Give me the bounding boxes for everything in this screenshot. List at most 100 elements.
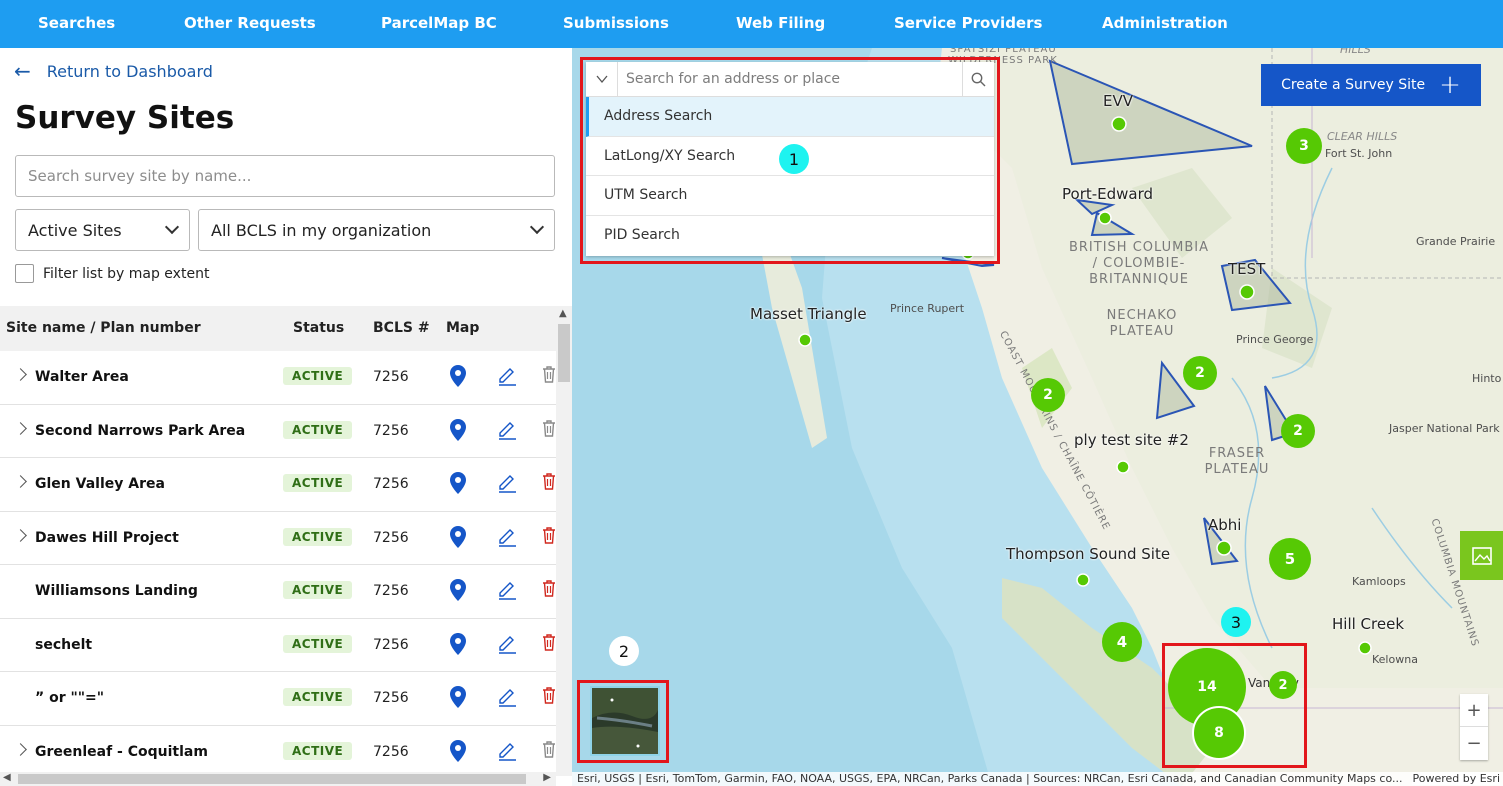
locate-on-map-button[interactable]: [449, 685, 467, 713]
trash-icon: [543, 633, 555, 651]
map-extent-checkbox[interactable]: [15, 264, 34, 283]
edit-site-button[interactable]: [496, 472, 518, 498]
site-label-hill-creek[interactable]: Hill Creek: [1332, 615, 1404, 633]
scroll-right-icon[interactable]: ▶: [543, 772, 551, 783]
cluster-marker[interactable]: 2: [1183, 356, 1217, 390]
locate-on-map-button[interactable]: [449, 471, 467, 499]
status-badge: ACTIVE: [283, 474, 353, 492]
cluster-marker[interactable]: 4: [1102, 622, 1142, 662]
table-row[interactable]: Dawes Hill Project ACTIVE 7256: [0, 512, 556, 565]
edit-site-button[interactable]: [496, 740, 518, 766]
expand-row-chevron-icon[interactable]: [14, 528, 27, 542]
scrollbar-thumb[interactable]: [18, 774, 526, 784]
place-label-kamloops: Kamloops: [1352, 575, 1406, 588]
edit-site-button[interactable]: [496, 686, 518, 712]
nav-other-requests[interactable]: Other Requests: [184, 14, 316, 32]
scrollbar-thumb[interactable]: [558, 324, 570, 382]
site-label-abhi[interactable]: Abhi: [1208, 516, 1241, 534]
table-row[interactable]: Walter Area ACTIVE 7256: [0, 351, 556, 405]
nav-administration[interactable]: Administration: [1102, 14, 1228, 32]
zoom-in-button[interactable]: +: [1460, 694, 1488, 727]
locate-on-map-button[interactable]: [449, 525, 467, 553]
locate-on-map-button[interactable]: [449, 578, 467, 606]
trash-icon: [543, 526, 555, 544]
delete-site-button[interactable]: [542, 472, 556, 494]
column-header-status[interactable]: Status: [293, 320, 344, 336]
delete-site-button[interactable]: [542, 579, 556, 601]
locate-on-map-button[interactable]: [449, 632, 467, 660]
bcls-number: 7256: [373, 422, 409, 439]
nav-parcelmap-bc[interactable]: ParcelMap BC: [381, 14, 497, 32]
scroll-up-icon[interactable]: ▲: [559, 308, 567, 319]
table-row[interactable]: ” or ""=" ACTIVE 7256: [0, 672, 556, 726]
status-filter-value: Active Sites: [28, 220, 122, 240]
site-label-test[interactable]: TEST: [1228, 260, 1265, 278]
delete-site-button[interactable]: [542, 419, 556, 441]
edit-site-button[interactable]: [496, 579, 518, 605]
locate-on-map-button[interactable]: [449, 364, 467, 392]
highlight-box-overview: [577, 680, 669, 763]
table-horizontal-scrollbar[interactable]: ◀ ▶: [0, 772, 556, 786]
table-row[interactable]: sechelt ACTIVE 7256: [0, 619, 556, 672]
chevron-down-icon: [164, 219, 180, 235]
expand-row-chevron-icon[interactable]: [14, 475, 27, 488]
edit-pencil-icon: [499, 368, 516, 386]
table-row[interactable]: Second Narrows Park Area ACTIVE 7256: [0, 405, 556, 458]
table-row[interactable]: Greenleaf - Coquitlam ACTIVE 7256: [0, 726, 556, 775]
site-name: Glen Valley Area: [35, 476, 165, 492]
delete-site-button[interactable]: [542, 740, 556, 762]
delete-site-button[interactable]: [542, 526, 556, 548]
create-survey-site-button[interactable]: Create a Survey Site +: [1261, 64, 1481, 106]
table-row[interactable]: Glen Valley Area ACTIVE 7256: [0, 458, 556, 512]
site-label-evv[interactable]: EVV: [1103, 92, 1133, 110]
expand-row-chevron-icon[interactable]: [14, 421, 27, 435]
delete-site-button[interactable]: [542, 633, 556, 655]
zoom-control: + −: [1460, 694, 1488, 760]
status-badge: ACTIVE: [283, 688, 353, 706]
site-label-masset-triangle[interactable]: Masset Triangle: [750, 305, 867, 323]
cluster-marker[interactable]: 5: [1269, 538, 1311, 580]
place-label-prince-rupert: Prince Rupert: [890, 302, 965, 315]
basemap-toggle-button[interactable]: [1460, 531, 1503, 580]
org-filter-select[interactable]: All BCLS in my organization: [198, 209, 555, 251]
powered-by-esri[interactable]: Powered by Esri: [1412, 772, 1500, 785]
delete-site-button[interactable]: [542, 365, 556, 387]
locate-on-map-button[interactable]: [449, 418, 467, 446]
locate-on-map-button[interactable]: [449, 739, 467, 767]
scroll-left-icon[interactable]: ◀: [3, 772, 11, 783]
cluster-marker[interactable]: 2: [1281, 414, 1315, 448]
zoom-out-button[interactable]: −: [1460, 727, 1488, 760]
place-label-fort-st-john: Fort St. John: [1325, 147, 1393, 160]
expand-row-chevron-icon[interactable]: [14, 742, 27, 756]
region-label-fraser: FRASER PLATEAU: [1204, 446, 1270, 477]
nav-web-filing[interactable]: Web Filing: [736, 14, 825, 32]
nav-searches[interactable]: Searches: [38, 14, 115, 32]
site-label-thompson-sound[interactable]: Thompson Sound Site: [1006, 545, 1170, 563]
status-badge: ACTIVE: [283, 527, 353, 546]
edit-site-button[interactable]: [496, 419, 518, 445]
survey-site-search-input[interactable]: [15, 155, 555, 197]
place-label-kelowna: Kelowna: [1372, 653, 1418, 666]
delete-site-button[interactable]: [542, 686, 556, 708]
site-label-ply-test-site-2[interactable]: ply test site #2: [1074, 431, 1189, 449]
status-filter-select[interactable]: Active Sites: [15, 209, 190, 251]
cluster-marker[interactable]: 2: [1031, 378, 1065, 412]
column-header-name[interactable]: Site name / Plan number: [6, 320, 201, 336]
edit-site-button[interactable]: [496, 365, 518, 391]
table-vertical-scrollbar[interactable]: ▲: [556, 306, 572, 776]
edit-site-button[interactable]: [496, 633, 518, 659]
region-label-bc: BRITISH COLUMBIA / COLOMBIE- BRITANNIQUE: [1068, 240, 1209, 287]
nav-submissions[interactable]: Submissions: [563, 14, 669, 32]
map-extent-filter[interactable]: Filter list by map extent: [15, 264, 209, 283]
cluster-marker[interactable]: 3: [1286, 128, 1322, 164]
edit-site-button[interactable]: [496, 526, 518, 552]
status-badge: ACTIVE: [283, 367, 353, 385]
expand-row-chevron-icon[interactable]: [14, 368, 27, 381]
trash-icon: [543, 740, 555, 758]
return-to-dashboard-link[interactable]: ← Return to Dashboard: [14, 59, 213, 83]
table-row[interactable]: Williamsons Landing ACTIVE 7256: [0, 565, 556, 619]
nav-service-providers[interactable]: Service Providers: [894, 14, 1042, 32]
site-label-port-edward[interactable]: Port-Edward: [1062, 185, 1153, 203]
return-to-dashboard-label: Return to Dashboard: [46, 61, 213, 81]
column-header-bcls[interactable]: BCLS #: [373, 320, 430, 336]
